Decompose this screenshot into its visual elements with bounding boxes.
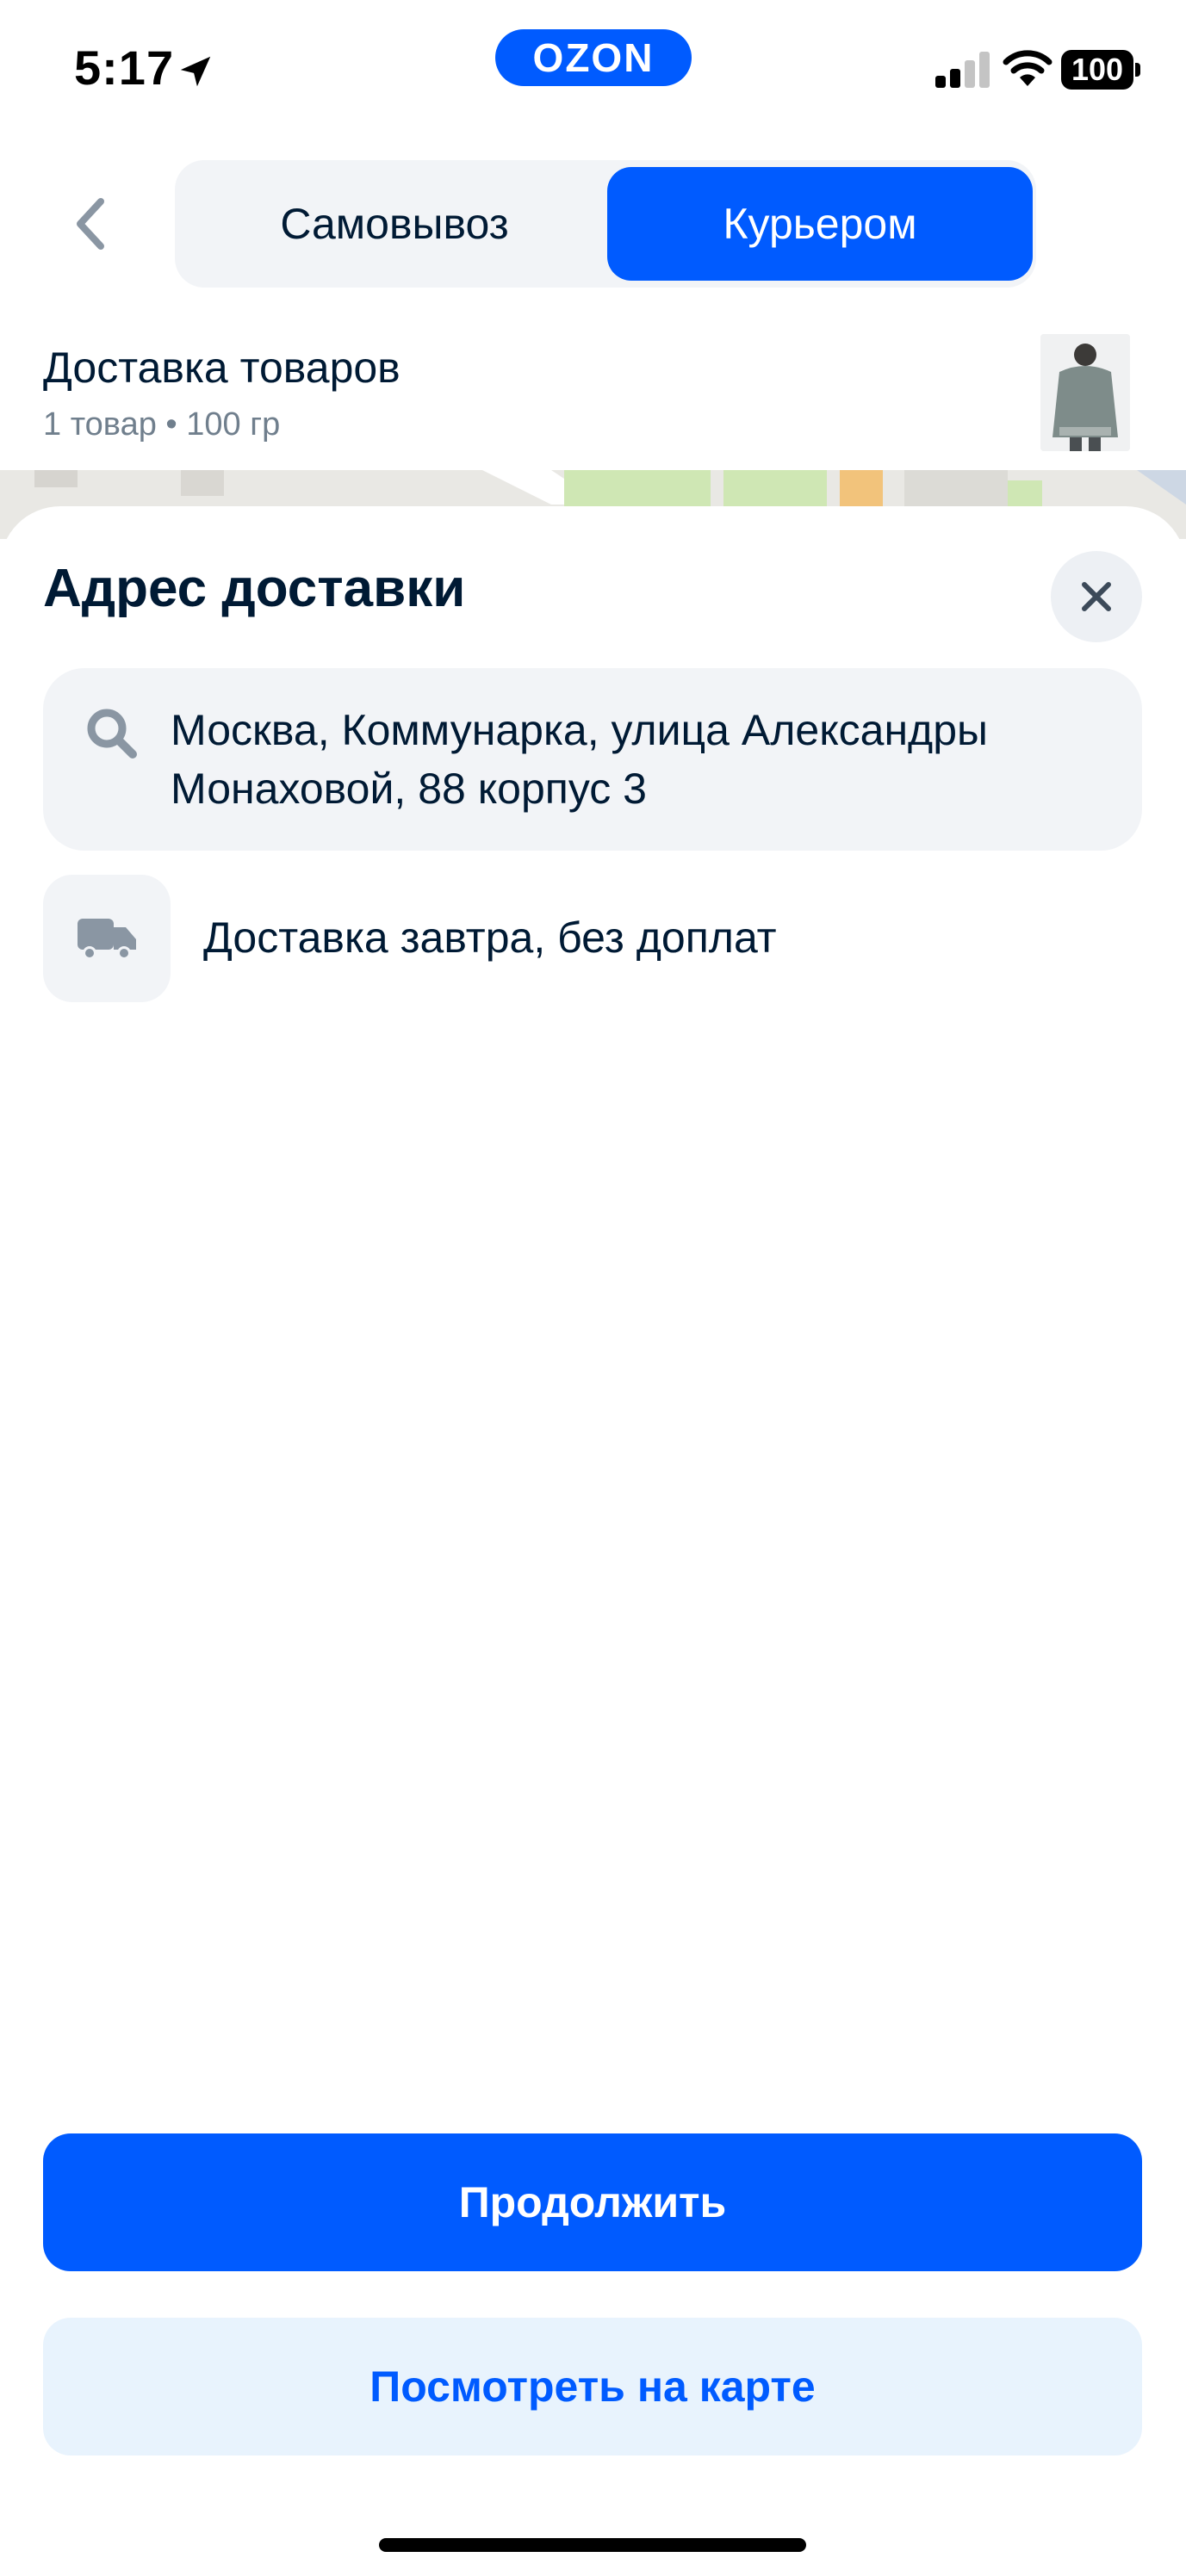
chevron-left-icon (77, 198, 104, 250)
delivery-option: Доставка завтра, без доплат (43, 875, 1142, 1002)
address-value[interactable]: Москва, Коммунарка, улица Александры Мон… (171, 701, 1118, 818)
view-on-map-button[interactable]: Посмотреть на карте (43, 2318, 1142, 2455)
back-button[interactable] (60, 189, 121, 258)
continue-button[interactable]: Продолжить (43, 2133, 1142, 2271)
delivery-type-tabs: Самовывоз Курьером (175, 160, 1036, 288)
screen: 5:17 OZON 100 Самовывоз Курьером Доставк… (0, 0, 1186, 2576)
delivery-summary: Доставка товаров 1 товар • 100 гр (0, 310, 1186, 474)
battery-tip (1135, 63, 1140, 77)
location-arrow-icon (180, 56, 211, 87)
battery-icon: 100 (1061, 50, 1140, 90)
sheet-title: Адрес доставки (43, 559, 466, 618)
signal-icon (935, 52, 990, 88)
close-button[interactable] (1051, 551, 1142, 642)
tab-courier[interactable]: Курьером (607, 167, 1033, 281)
close-icon (1082, 582, 1111, 611)
ozon-logo: OZON (495, 29, 692, 86)
wifi-icon (1003, 50, 1052, 86)
tab-pickup[interactable]: Самовывоз (182, 167, 607, 281)
delivery-title: Доставка товаров (43, 344, 401, 392)
status-bar: 5:17 OZON 100 (0, 0, 1186, 142)
product-image (1040, 334, 1130, 451)
truck-icon-container (43, 875, 171, 1002)
search-icon (87, 709, 137, 759)
address-search-field[interactable]: Москва, Коммунарка, улица Александры Мон… (43, 668, 1142, 851)
home-indicator[interactable] (379, 2538, 806, 2552)
truck-icon (78, 919, 136, 960)
status-time: 5:17 (74, 40, 175, 95)
delivery-note: Доставка завтра, без доплат (203, 913, 777, 962)
product-thumbnail[interactable] (1040, 334, 1130, 451)
delivery-subtitle: 1 товар • 100 гр (43, 406, 281, 443)
battery-level: 100 (1061, 50, 1133, 90)
